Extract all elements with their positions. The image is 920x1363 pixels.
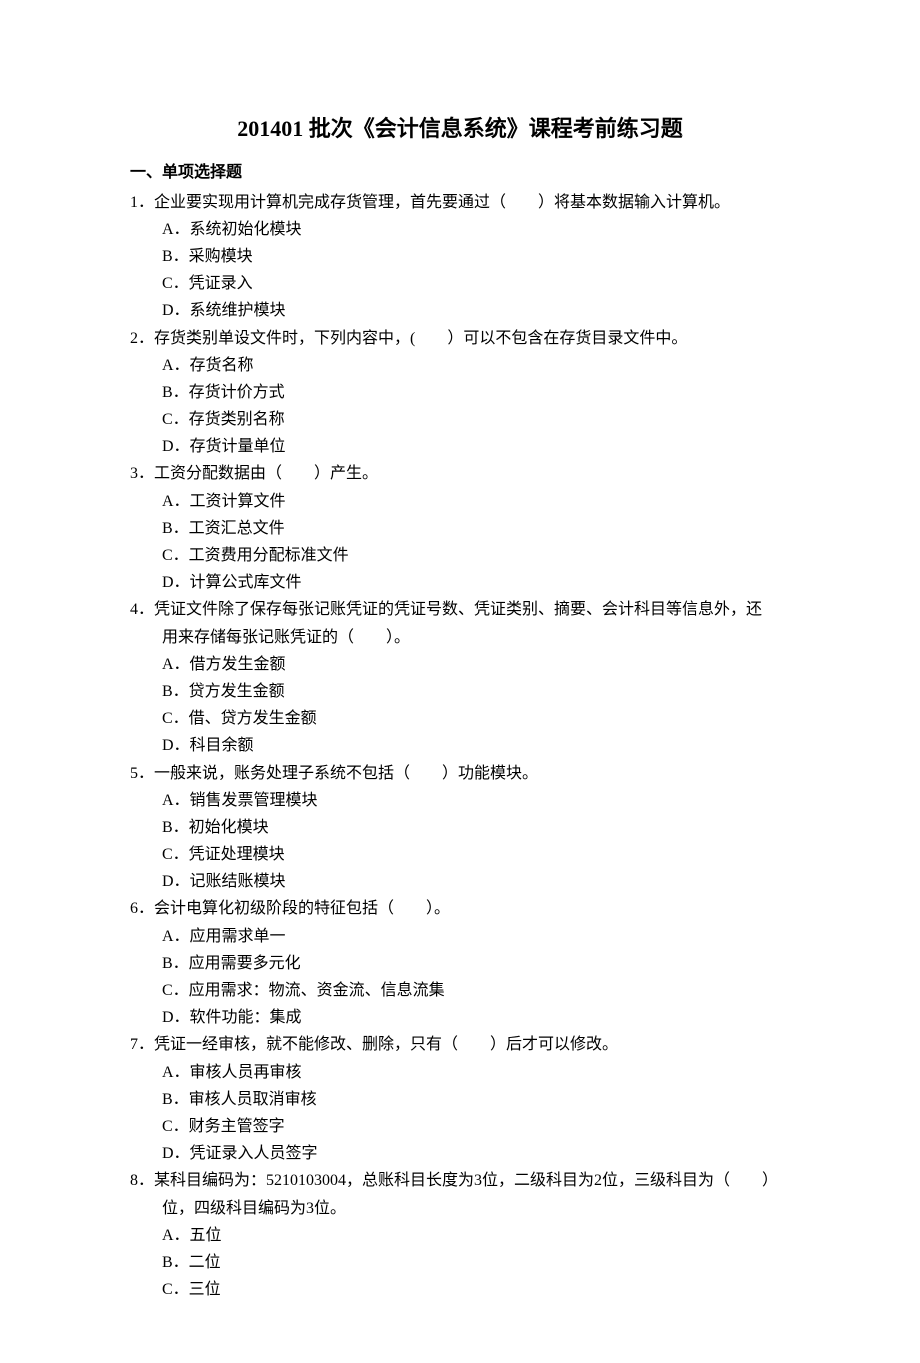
question-text: 8．某科目编码为：5210103004，总账科目长度为3位，二级科目为2位，三级…	[130, 1167, 790, 1194]
question: 4．凭证文件除了保存每张记账凭证的凭证号数、凭证类别、摘要、会计科目等信息外，还…	[130, 596, 790, 759]
page-title: 201401 批次《会计信息系统》课程考前练习题	[130, 110, 790, 147]
option: D．存货计量单位	[162, 433, 790, 460]
option: D．软件功能：集成	[162, 1004, 790, 1031]
section-heading: 一、单项选择题	[130, 159, 790, 186]
option: C．存货类别名称	[162, 406, 790, 433]
option: D．凭证录入人员签字	[162, 1140, 790, 1167]
option: B．采购模块	[162, 243, 790, 270]
questions-container: 1．企业要实现用计算机完成存货管理，首先要通过（ ）将基本数据输入计算机。A．系…	[130, 189, 790, 1304]
option: A．系统初始化模块	[162, 216, 790, 243]
option: C．凭证处理模块	[162, 841, 790, 868]
options: A．审核人员再审核B．审核人员取消审核C．财务主管签字D．凭证录入人员签字	[130, 1059, 790, 1168]
options: A．应用需求单一B．应用需要多元化C．应用需求：物流、资金流、信息流集D．软件功…	[130, 923, 790, 1032]
option: A．借方发生金额	[162, 651, 790, 678]
option: D．计算公式库文件	[162, 569, 790, 596]
question: 8．某科目编码为：5210103004，总账科目长度为3位，二级科目为2位，三级…	[130, 1167, 790, 1303]
question: 3．工资分配数据由（ ）产生。A．工资计算文件B．工资汇总文件C．工资费用分配标…	[130, 460, 790, 596]
question-text: 7．凭证一经审核，就不能修改、删除，只有（ ）后才可以修改。	[130, 1031, 790, 1058]
options: A．系统初始化模块B．采购模块C．凭证录入D．系统维护模块	[130, 216, 790, 325]
question-text: 1．企业要实现用计算机完成存货管理，首先要通过（ ）将基本数据输入计算机。	[130, 189, 790, 216]
options: A．借方发生金额B．贷方发生金额C．借、贷方发生金额D．科目余额	[130, 651, 790, 760]
option: C．工资费用分配标准文件	[162, 542, 790, 569]
question-text: 4．凭证文件除了保存每张记账凭证的凭证号数、凭证类别、摘要、会计科目等信息外，还	[130, 596, 790, 623]
question: 5．一般来说，账务处理子系统不包括（ ）功能模块。A．销售发票管理模块B．初始化…	[130, 760, 790, 896]
option: C．凭证录入	[162, 270, 790, 297]
option: A．应用需求单一	[162, 923, 790, 950]
option: B．存货计价方式	[162, 379, 790, 406]
option: B．贷方发生金额	[162, 678, 790, 705]
options: A．五位B．二位C．三位	[130, 1222, 790, 1304]
question-text-cont: 位，四级科目编码为3位。	[130, 1195, 790, 1222]
question: 2．存货类别单设文件时，下列内容中，( ）可以不包含在存货目录文件中。A．存货名…	[130, 325, 790, 461]
question-text: 6．会计电算化初级阶段的特征包括（ ）。	[130, 895, 790, 922]
option: B．二位	[162, 1249, 790, 1276]
option: A．审核人员再审核	[162, 1059, 790, 1086]
option: A．工资计算文件	[162, 488, 790, 515]
option: D．科目余额	[162, 732, 790, 759]
option: A．存货名称	[162, 352, 790, 379]
question-text: 2．存货类别单设文件时，下列内容中，( ）可以不包含在存货目录文件中。	[130, 325, 790, 352]
option: A．五位	[162, 1222, 790, 1249]
option: C．应用需求：物流、资金流、信息流集	[162, 977, 790, 1004]
option: B．应用需要多元化	[162, 950, 790, 977]
option: C．借、贷方发生金额	[162, 705, 790, 732]
options: A．工资计算文件B．工资汇总文件C．工资费用分配标准文件D．计算公式库文件	[130, 488, 790, 597]
option: D．记账结账模块	[162, 868, 790, 895]
option: B．审核人员取消审核	[162, 1086, 790, 1113]
option: C．财务主管签字	[162, 1113, 790, 1140]
option: C．三位	[162, 1276, 790, 1303]
option: A．销售发票管理模块	[162, 787, 790, 814]
question-text-cont: 用来存储每张记账凭证的（ ）。	[130, 624, 790, 651]
question: 1．企业要实现用计算机完成存货管理，首先要通过（ ）将基本数据输入计算机。A．系…	[130, 189, 790, 325]
option: D．系统维护模块	[162, 297, 790, 324]
question-text: 5．一般来说，账务处理子系统不包括（ ）功能模块。	[130, 760, 790, 787]
question: 7．凭证一经审核，就不能修改、删除，只有（ ）后才可以修改。A．审核人员再审核B…	[130, 1031, 790, 1167]
options: A．销售发票管理模块B．初始化模块C．凭证处理模块D．记账结账模块	[130, 787, 790, 896]
question: 6．会计电算化初级阶段的特征包括（ ）。A．应用需求单一B．应用需要多元化C．应…	[130, 895, 790, 1031]
option: B．初始化模块	[162, 814, 790, 841]
options: A．存货名称B．存货计价方式C．存货类别名称D．存货计量单位	[130, 352, 790, 461]
question-text: 3．工资分配数据由（ ）产生。	[130, 460, 790, 487]
option: B．工资汇总文件	[162, 515, 790, 542]
